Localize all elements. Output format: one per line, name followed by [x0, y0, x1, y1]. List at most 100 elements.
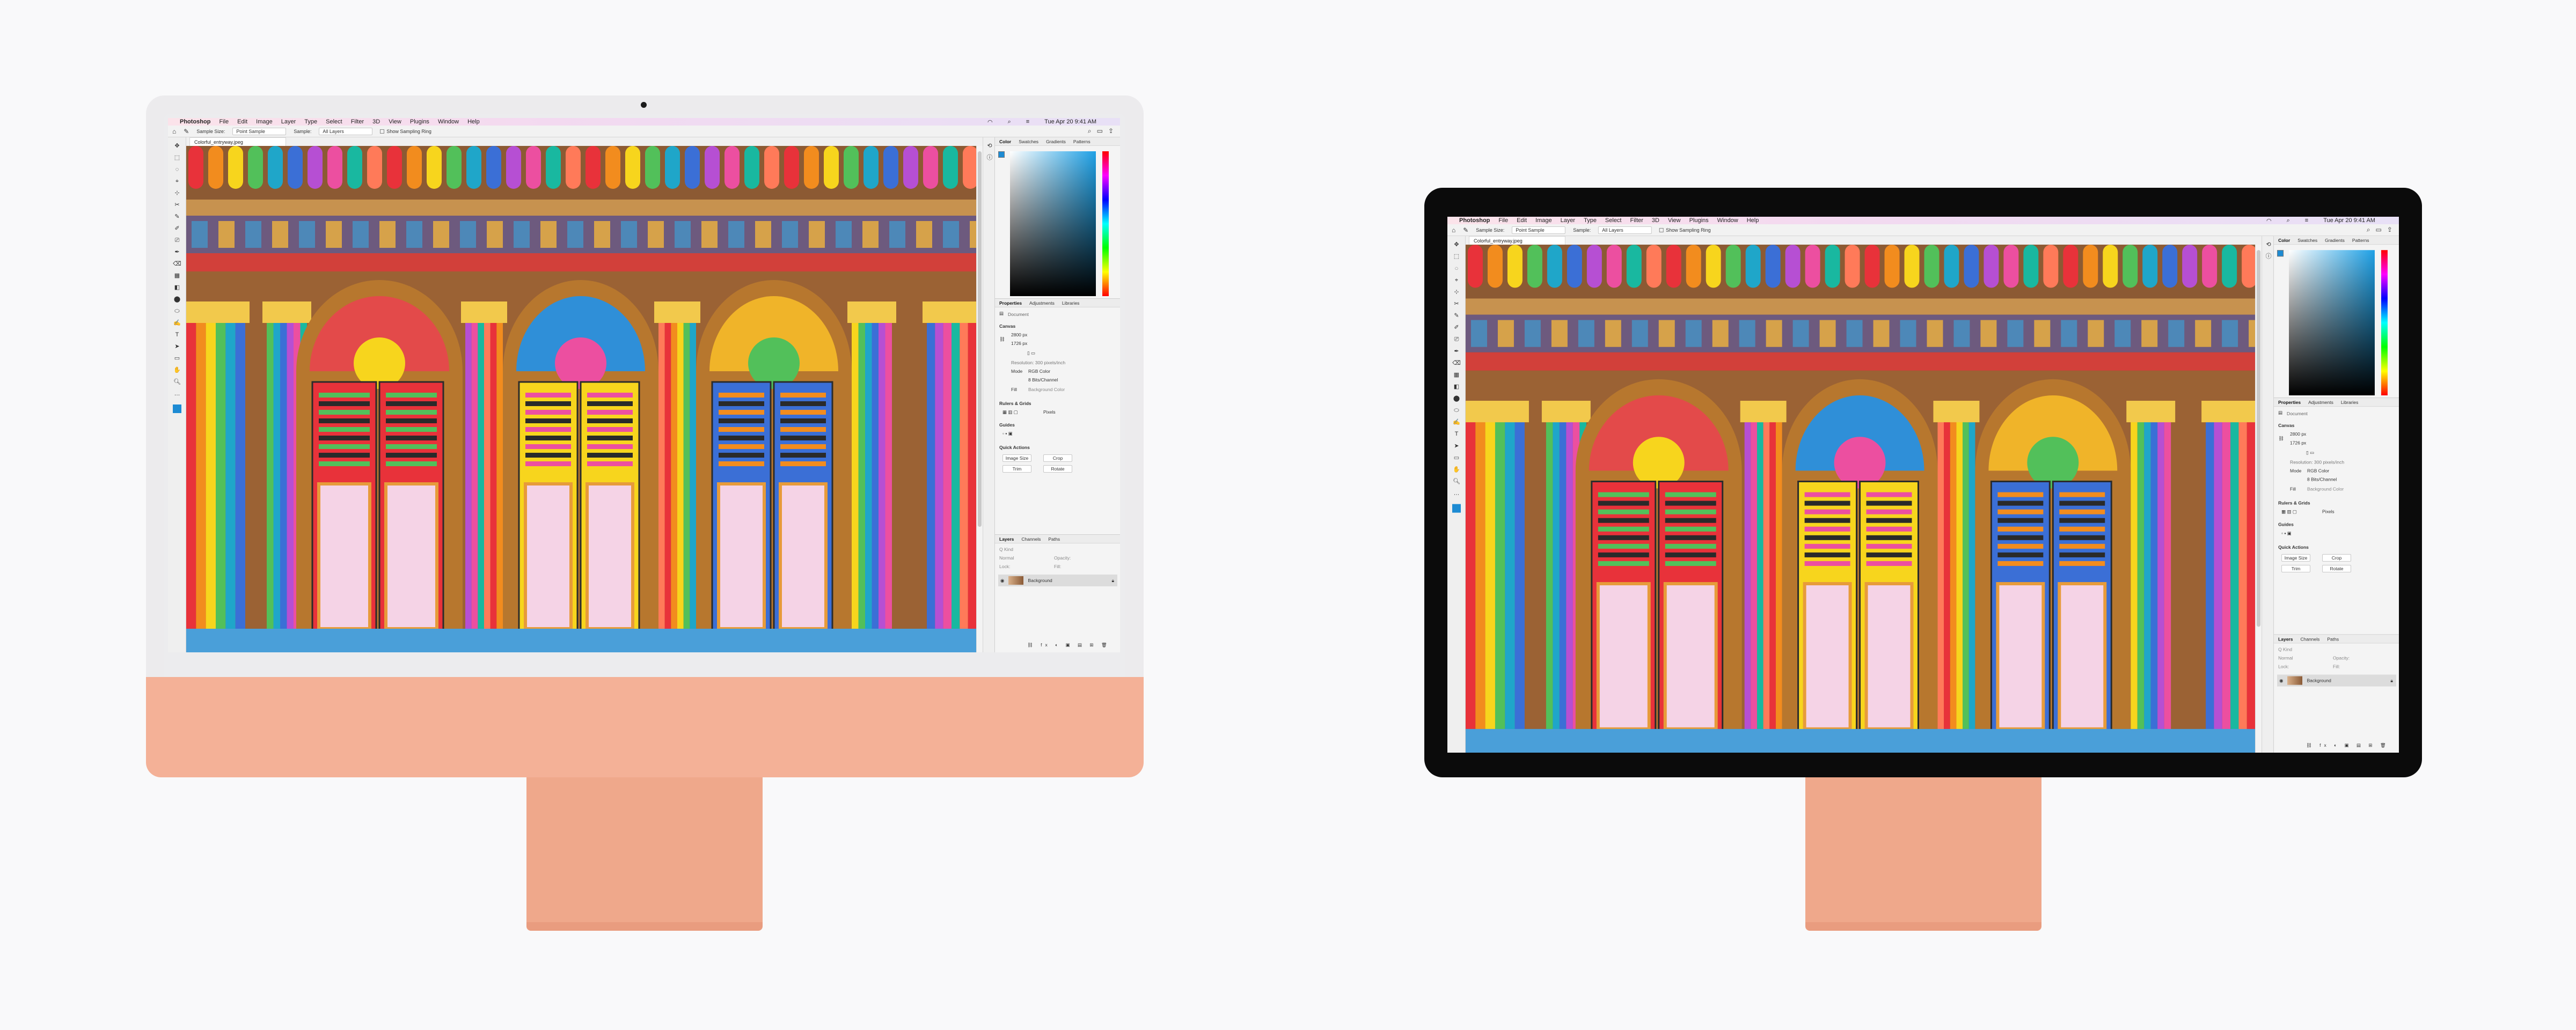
tab-properties[interactable]: Properties [999, 300, 1022, 306]
link-icon[interactable]: ⛓ [2278, 436, 2284, 442]
canvas-width-value[interactable]: 2800 px [1011, 332, 1027, 337]
document-canvas[interactable] [186, 146, 976, 652]
eraser-tool-icon[interactable]: ⌫ [173, 260, 181, 268]
show-sampling-ring-checkbox[interactable]: Show Sampling Ring [1659, 227, 1711, 233]
info-icon[interactable]: ⓘ [2264, 252, 2273, 261]
menu-item-window[interactable]: Window [438, 119, 459, 125]
eyedropper-tool-icon[interactable]: ✎ [184, 128, 189, 135]
units-select[interactable]: Pixels [1043, 409, 1056, 415]
object-select-tool-icon[interactable]: ⌖ [173, 177, 181, 186]
zoom-tool-icon[interactable]: 🔍︎ [173, 378, 181, 386]
menu-clock[interactable]: Tue Apr 20 9:41 AM [1044, 119, 1096, 125]
tab-paths[interactable]: Paths [1048, 536, 1060, 542]
eyedropper-tool-icon[interactable]: ✎ [1452, 312, 1461, 320]
ruler-grid-icons[interactable]: ▦ ▥ ▢ [2281, 509, 2297, 515]
layer-footer-icons[interactable]: ⛓ fx ◐ ▣ ▤ ⊞ 🗑︎ [1027, 642, 1110, 648]
menu-item-file[interactable]: File [1498, 217, 1508, 224]
rulers-grids-section-header[interactable]: Rulers & Grids [999, 401, 1031, 406]
workspace-icon[interactable]: ▭ [1097, 127, 1103, 135]
menu-item-select[interactable]: Select [1605, 217, 1622, 224]
lock-icon[interactable]: 🔒︎ [1111, 578, 1114, 584]
object-select-tool-icon[interactable]: ⌖ [1452, 276, 1461, 284]
layer-row-background[interactable]: ◉ Background 🔒︎ [2277, 674, 2396, 687]
control-center-icon[interactable]: ≡ [2305, 217, 2308, 224]
units-select[interactable]: Pixels [2322, 509, 2334, 514]
home-icon[interactable]: ⌂ [172, 128, 176, 135]
visibility-eye-icon[interactable]: ◉ [2279, 678, 2283, 683]
menu-item-view[interactable]: View [389, 119, 401, 125]
color-picker-field[interactable] [2289, 250, 2375, 395]
tab-properties[interactable]: Properties [2278, 400, 2301, 405]
tab-color[interactable]: Color [2278, 238, 2290, 243]
eyedropper-tool-icon[interactable]: ✎ [173, 212, 181, 221]
share-icon[interactable]: ⇪ [1108, 127, 1114, 135]
tab-patterns[interactable]: Patterns [1073, 139, 1091, 144]
blend-mode-select[interactable]: Normal [999, 555, 1014, 561]
path-tool-icon[interactable]: ✍ [173, 319, 181, 327]
canvas-section-header[interactable]: Canvas [2278, 423, 2294, 428]
document-canvas[interactable] [1465, 245, 2256, 753]
tab-patterns[interactable]: Patterns [2352, 238, 2369, 243]
healing-tool-icon[interactable]: ✐ [173, 224, 181, 233]
document-tab[interactable]: Colorful_entryway.jpeg [189, 137, 286, 146]
search-icon[interactable]: ⌕ [1008, 119, 1011, 126]
link-icon[interactable]: ⛓ [999, 336, 1005, 342]
lock-icon[interactable]: 🔒︎ [2390, 678, 2393, 683]
zoom-tool-icon[interactable]: 🔍︎ [1452, 477, 1461, 485]
path-select-tool-icon[interactable]: ➤ [1452, 442, 1461, 450]
rectangle-tool-icon[interactable]: ▭ [173, 354, 181, 363]
shape-tool-icon[interactable]: ⬭ [173, 307, 181, 315]
mode-select[interactable]: RGB Color [1028, 369, 1050, 374]
tab-paths[interactable]: Paths [2327, 636, 2339, 642]
tab-channels[interactable]: Channels [2300, 636, 2319, 642]
tab-layers[interactable]: Layers [999, 536, 1014, 542]
layer-filter-search[interactable]: Q Kind [2278, 646, 2292, 652]
dodge-tool-icon[interactable]: ⬤ [1452, 394, 1461, 403]
search-icon[interactable]: ⌕ [2367, 226, 2370, 234]
tab-gradients[interactable]: Gradients [2325, 238, 2345, 243]
brush-tool-icon[interactable]: ⎚ [173, 236, 181, 245]
path-tool-icon[interactable]: ✍ [1452, 418, 1461, 426]
orientation-icons[interactable]: ▯ ▭ [2306, 450, 2314, 455]
move-tool-icon[interactable]: ✥ [173, 142, 181, 150]
trim-button[interactable]: Trim [2281, 564, 2311, 572]
trim-button[interactable]: Trim [1002, 465, 1031, 473]
blur-tool-icon[interactable]: ◧ [1452, 382, 1461, 391]
history-icon[interactable]: ⟲ [2264, 240, 2273, 249]
menu-item-layer[interactable]: Layer [281, 119, 296, 125]
canvas-width-value[interactable]: 2800 px [2290, 431, 2306, 437]
foreground-color-swatch[interactable] [998, 151, 1005, 158]
guides-icons[interactable]: ▫ ▪ ▣ [1002, 431, 1013, 437]
foreground-color-swatch[interactable] [2277, 250, 2284, 257]
menu-app-name[interactable]: Photoshop [1459, 217, 1490, 224]
blend-mode-select[interactable]: Normal [2278, 655, 2293, 660]
menu-app-name[interactable]: Photoshop [180, 119, 210, 125]
search-icon[interactable]: ⌕ [2287, 217, 2290, 224]
canvas-scrollbar[interactable] [976, 146, 983, 652]
rotate-button[interactable]: Rotate [1043, 465, 1072, 473]
share-icon[interactable]: ⇪ [2387, 226, 2392, 234]
home-icon[interactable]: ⌂ [1452, 226, 1455, 234]
blur-tool-icon[interactable]: ◧ [173, 283, 181, 292]
visibility-eye-icon[interactable]: ◉ [1000, 578, 1004, 584]
menu-item-3d[interactable]: 3D [1652, 217, 1659, 224]
hue-slider[interactable] [1102, 151, 1109, 296]
menu-item-select[interactable]: Select [326, 119, 342, 125]
tab-swatches[interactable]: Swatches [1019, 139, 1038, 144]
history-icon[interactable]: ⟲ [985, 142, 994, 150]
menu-item-window[interactable]: Window [1717, 217, 1738, 224]
canvas-section-header[interactable]: Canvas [999, 323, 1015, 329]
gradient-tool-icon[interactable]: ▦ [173, 271, 181, 280]
canvas-scrollbar[interactable] [2255, 245, 2262, 753]
tab-layers[interactable]: Layers [2278, 636, 2293, 642]
image-size-button[interactable]: Image Size [1002, 454, 1031, 462]
marquee-tool-icon[interactable]: ⬚ [173, 153, 181, 162]
document-tab[interactable]: Colorful_entryway.jpeg [1468, 236, 1565, 245]
more-tool-icon[interactable]: … [173, 389, 181, 398]
pen-tool-icon[interactable]: ✒ [173, 248, 181, 256]
layer-filter-search[interactable]: Q Kind [999, 547, 1013, 552]
eraser-tool-icon[interactable]: ⌫ [1452, 359, 1461, 367]
guides-section-header[interactable]: Guides [999, 422, 1015, 428]
tab-adjustments[interactable]: Adjustments [2308, 400, 2333, 405]
sample-size-select[interactable]: Point Sample [1512, 226, 1566, 234]
